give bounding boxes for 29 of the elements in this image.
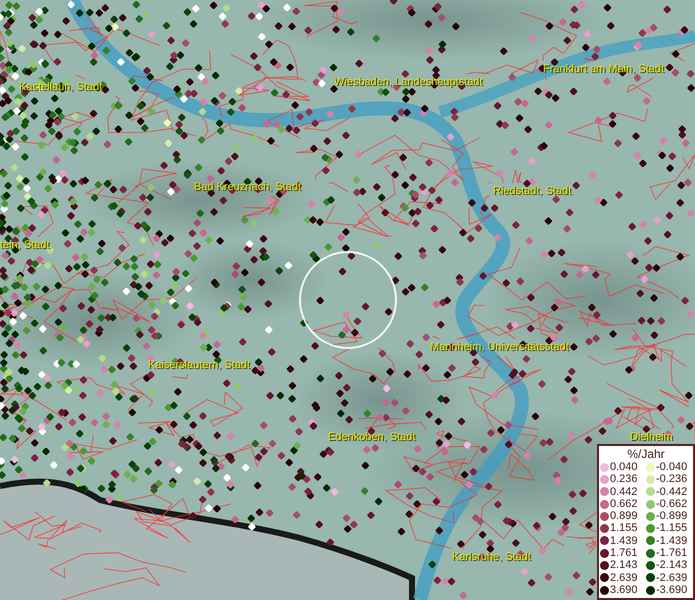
legend-value: 0.236 — [610, 473, 639, 486]
legend-value: 2.639 — [610, 572, 639, 584]
legend-value: 1.439 — [610, 534, 639, 548]
legend-value: -1.155 — [656, 522, 688, 535]
legend-value: 0.040 — [610, 461, 639, 474]
place-label: Dielheim — [630, 430, 673, 444]
legend-title: %/Jahr — [626, 447, 666, 461]
legend-value: -1.761 — [656, 547, 688, 560]
legend-value: -0.899 — [656, 510, 688, 522]
legend-value: -1.439 — [656, 534, 688, 548]
legend-value: 0.442 — [610, 486, 639, 498]
place-label: Edenkoben, Stadt — [328, 430, 416, 444]
legend-value: 0.899 — [610, 510, 639, 522]
legend-value: -0.236 — [656, 473, 688, 486]
legend-value: 1.761 — [610, 547, 639, 560]
legend-value: -2.639 — [656, 572, 688, 584]
legend-value: -0.442 — [656, 486, 688, 498]
legend-value: -0.662 — [656, 498, 688, 510]
legend-value: 3.690 — [610, 584, 639, 596]
legend-value: 0.662 — [610, 498, 639, 510]
legend-value: 2.143 — [610, 559, 639, 572]
legend-value: -0.040 — [656, 461, 688, 474]
place-label: Riedstadt, Stadt — [493, 184, 572, 198]
place-label: Wiesbaden, Landeshauptstadt — [334, 75, 483, 89]
legend-value: 1.155 — [610, 522, 639, 535]
legend-value: -3.690 — [656, 584, 688, 596]
legend-value: -2.143 — [656, 559, 688, 572]
place-label: tein, Stadt — [0, 238, 50, 252]
place-label: Kaiserslautern, Stadt — [148, 358, 250, 372]
